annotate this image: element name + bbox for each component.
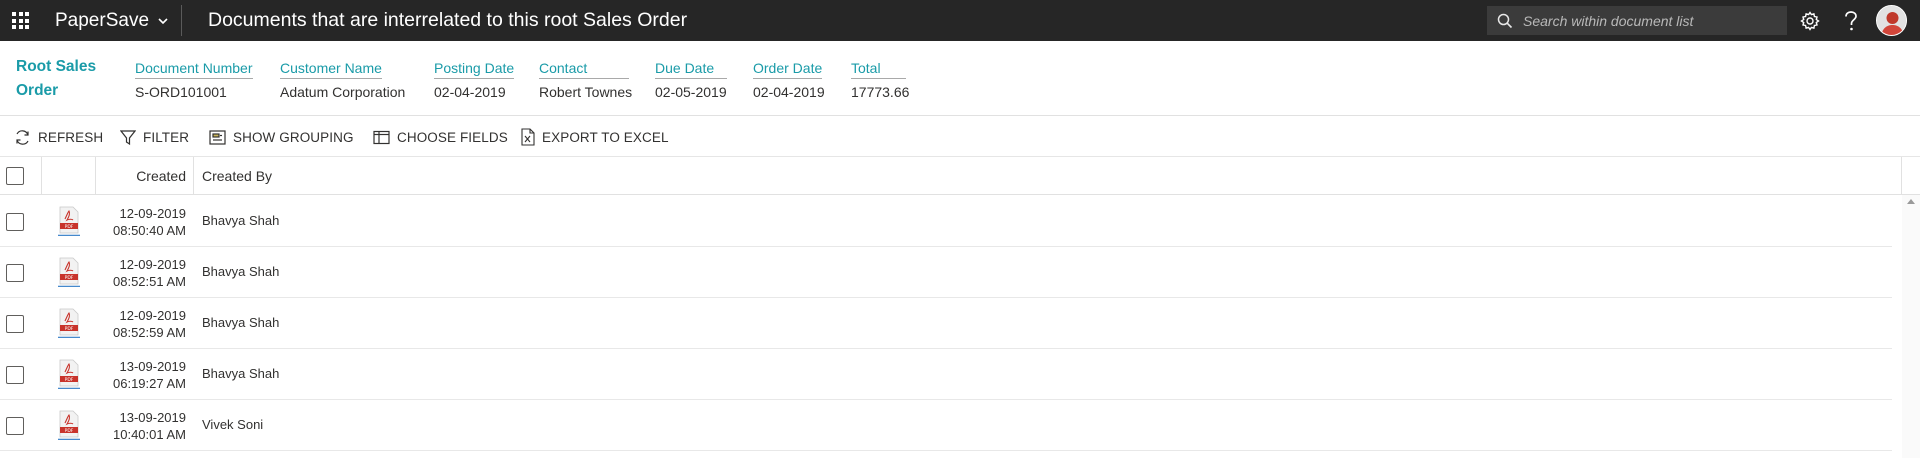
- field-label: Due Date: [655, 60, 727, 79]
- show-grouping-button[interactable]: SHOW GROUPING: [209, 117, 354, 157]
- scroll-up-arrow-icon[interactable]: [1907, 199, 1915, 204]
- column-divider: [41, 157, 42, 195]
- table-row[interactable]: PDF 12-09-2019 08:50:40 AM Bhavya Shah: [0, 196, 1892, 247]
- created-date: 13-09-2019: [119, 359, 187, 374]
- export-excel-button[interactable]: EXPORT TO EXCEL: [521, 117, 669, 157]
- created-by-cell: Bhavya Shah: [202, 315, 280, 330]
- created-cell: 13-09-2019 06:19:27 AM: [66, 358, 186, 392]
- grouping-icon: [209, 129, 226, 145]
- field-value: 17773.66: [851, 84, 910, 100]
- created-cell: 12-09-2019 08:52:51 AM: [66, 256, 186, 290]
- search-box[interactable]: [1487, 6, 1787, 35]
- search-icon: [1487, 6, 1523, 35]
- record-summary: Root Sales Order Document Number S-ORD10…: [0, 41, 1920, 116]
- table-row[interactable]: PDF 13-09-2019 10:40:01 AM Vivek Soni: [0, 400, 1892, 451]
- column-divider: [193, 157, 194, 195]
- column-divider: [1901, 157, 1902, 195]
- row-checkbox[interactable]: [6, 264, 24, 282]
- field-posting-date: Posting Date 02-04-2019: [434, 60, 515, 100]
- choose-fields-button[interactable]: CHOOSE FIELDS: [373, 117, 508, 157]
- grid-header: Created Created By: [0, 157, 1920, 195]
- refresh-button[interactable]: REFRESH: [14, 117, 103, 157]
- field-value: 02-04-2019: [434, 84, 506, 100]
- field-document-number: Document Number S-ORD101001: [135, 60, 253, 100]
- select-all-checkbox[interactable]: [6, 167, 24, 185]
- column-header-created[interactable]: Created: [96, 157, 186, 195]
- topbar-divider: [181, 5, 182, 36]
- field-label: Customer Name: [280, 60, 382, 79]
- help-icon: [1844, 10, 1857, 30]
- show-grouping-label: SHOW GROUPING: [233, 129, 354, 145]
- field-due-date: Due Date 02-05-2019: [655, 60, 727, 100]
- field-value: 02-05-2019: [655, 84, 727, 100]
- filter-label: FILTER: [143, 129, 190, 145]
- field-label: Posting Date: [434, 60, 515, 79]
- waffle-icon: [12, 12, 29, 29]
- field-contact: Contact Robert Townes: [539, 60, 632, 100]
- refresh-label: REFRESH: [38, 129, 104, 145]
- created-date: 12-09-2019: [119, 257, 187, 272]
- column-header-created-by[interactable]: Created By: [202, 157, 272, 195]
- chevron-down-icon: [158, 17, 168, 24]
- app-launcher-button[interactable]: [0, 0, 41, 41]
- field-label: Order Date: [753, 60, 823, 79]
- created-date: 12-09-2019: [119, 308, 187, 323]
- created-cell: 13-09-2019 10:40:01 AM: [66, 409, 186, 443]
- created-date: 13-09-2019: [119, 410, 187, 425]
- field-value: Adatum Corporation: [280, 84, 406, 100]
- filter-icon: [120, 129, 136, 145]
- field-value: Robert Townes: [539, 84, 633, 100]
- created-by-cell: Bhavya Shah: [202, 264, 280, 279]
- created-by-cell: Vivek Soni: [202, 417, 264, 432]
- row-checkbox[interactable]: [6, 366, 24, 384]
- page-title: Documents that are interrelated to this …: [208, 9, 688, 31]
- document-grid: Created Created By PDF 12-09-2019 08:50:…: [0, 157, 1920, 458]
- filter-button[interactable]: FILTER: [120, 117, 189, 157]
- created-date: 12-09-2019: [119, 206, 187, 221]
- field-customer-name: Customer Name Adatum Corporation: [280, 60, 405, 100]
- field-label: Contact: [539, 60, 629, 79]
- export-excel-label: EXPORT TO EXCEL: [542, 129, 669, 145]
- field-label: Total: [851, 60, 906, 79]
- table-row[interactable]: PDF 12-09-2019 08:52:51 AM Bhavya Shah: [0, 247, 1892, 298]
- created-time: 08:52:51 AM: [113, 274, 186, 289]
- avatar[interactable]: [1876, 5, 1907, 36]
- refresh-icon: [16, 129, 29, 145]
- search-input[interactable]: [1523, 12, 1773, 29]
- field-order-date: Order Date 02-04-2019: [753, 60, 825, 100]
- table-row[interactable]: PDF 13-09-2019 06:19:27 AM Bhavya Shah: [0, 349, 1892, 400]
- app-name: PaperSave: [55, 10, 150, 31]
- row-checkbox[interactable]: [6, 213, 24, 231]
- command-bar: REFRESH FILTER SHOW GROUPING CHOOSE FIEL…: [0, 117, 1920, 157]
- row-checkbox[interactable]: [6, 417, 24, 435]
- user-avatar-icon: [1877, 6, 1906, 35]
- created-time: 06:19:27 AM: [113, 376, 186, 391]
- created-cell: 12-09-2019 08:52:59 AM: [66, 307, 186, 341]
- gear-icon: [1799, 10, 1820, 31]
- created-by-cell: Bhavya Shah: [202, 213, 280, 228]
- choose-fields-icon: [373, 130, 390, 144]
- app-switcher[interactable]: PaperSave: [55, 0, 169, 41]
- help-button[interactable]: [1830, 0, 1871, 41]
- field-label: Document Number: [135, 60, 253, 79]
- table-row[interactable]: PDF 12-09-2019 08:52:59 AM Bhavya Shah: [0, 298, 1892, 349]
- field-value: 02-04-2019: [753, 84, 825, 100]
- created-time: 08:52:59 AM: [113, 325, 186, 340]
- choose-fields-label: CHOOSE FIELDS: [397, 129, 508, 145]
- excel-icon: [521, 128, 535, 146]
- row-checkbox[interactable]: [6, 315, 24, 333]
- vertical-scrollbar[interactable]: [1902, 195, 1920, 458]
- field-value: S-ORD101001: [135, 84, 227, 100]
- created-time: 08:50:40 AM: [113, 223, 186, 238]
- record-title: Root Sales Order: [16, 58, 97, 99]
- settings-button[interactable]: [1789, 0, 1830, 41]
- created-by-cell: Bhavya Shah: [202, 366, 280, 381]
- top-bar: PaperSave Documents that are interrelate…: [0, 0, 1920, 41]
- field-total: Total 17773.66: [851, 60, 909, 100]
- created-time: 10:40:01 AM: [113, 427, 186, 442]
- created-cell: 12-09-2019 08:50:40 AM: [66, 205, 186, 239]
